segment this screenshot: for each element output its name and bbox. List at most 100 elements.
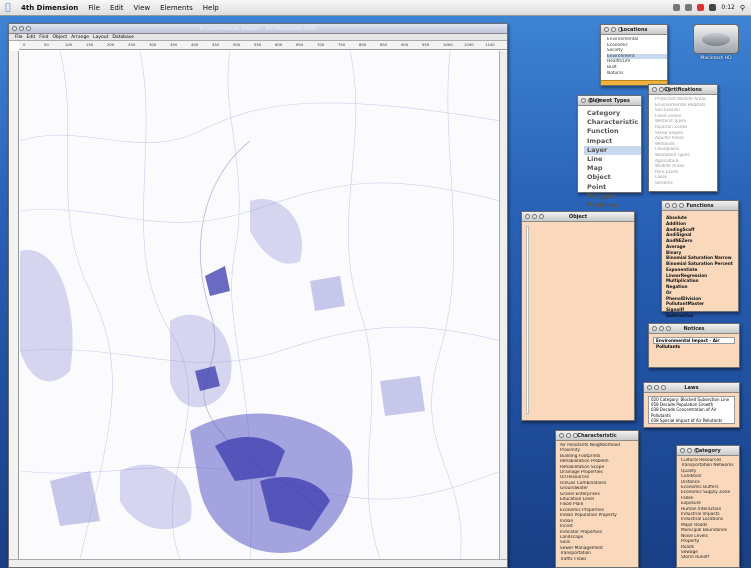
- laws-list[interactable]: 020 Category: Blocked Subsection Line 058…: [648, 396, 735, 425]
- map-window: Environmental Impact - Air Pollutants (S…: [8, 23, 508, 568]
- wifi-icon[interactable]: [685, 4, 693, 11]
- menu-edit[interactable]: Edit: [105, 4, 129, 12]
- characteristics-title: Characteristic: [577, 432, 617, 439]
- notices-window: Notices Environmental Impact - Air Pollu…: [648, 323, 740, 368]
- element-type-item[interactable]: Object: [587, 173, 641, 182]
- element-type-item[interactable]: Layer: [584, 145, 641, 156]
- functions-list[interactable]: Absolute Addition AndingScaff AndiSignal And…: [662, 211, 738, 319]
- notices-title: Notices: [683, 325, 705, 332]
- function-item[interactable]: Subtraction: [666, 313, 738, 319]
- locations-titlebar[interactable]: Locations: [601, 25, 667, 35]
- law-item[interactable]: 038 Decade Concentration of Air Pollutan…: [651, 407, 734, 417]
- characteristics-window: Characteristic Air Pollutants Neighborho…: [555, 430, 639, 568]
- spotlight-icon[interactable]: ⚲: [740, 4, 745, 12]
- certification-item[interactable]: Streams: [655, 181, 717, 187]
- element-types-window: Element Types Category Characteristic Func…: [577, 95, 642, 209]
- clock[interactable]: 0:12: [721, 4, 734, 11]
- vertical-ruler: [9, 51, 19, 559]
- ruler-tick-label: 100: [65, 42, 73, 47]
- pollution-map[interactable]: [20, 51, 499, 559]
- categories-titlebar[interactable]: Category: [677, 446, 739, 456]
- ruler-tick-label: 400: [191, 42, 199, 47]
- menu-elements[interactable]: Elements: [155, 4, 198, 12]
- characteristics-titlebar[interactable]: Characteristic: [556, 431, 638, 441]
- locations-list[interactable]: Environmental Economic Society Environment H…: [601, 35, 667, 76]
- categories-list[interactable]: Cultural Resources Transportation Network…: [677, 456, 739, 561]
- object-list-area[interactable]: [526, 226, 529, 414]
- functions-titlebar[interactable]: Functions: [662, 201, 738, 211]
- element-type-item[interactable]: Map: [587, 164, 641, 173]
- ruler-tick-label: 650: [296, 42, 304, 47]
- submenu-database[interactable]: Database: [112, 35, 133, 40]
- hard-disk-icon[interactable]: Macintosh HD: [693, 24, 739, 72]
- map-horizontal-scrollbar[interactable]: [9, 559, 507, 567]
- ruler-tick-label: 950: [422, 42, 430, 47]
- characteristic-item[interactable]: Traffic Flows: [560, 557, 638, 562]
- element-types-list[interactable]: Category Characteristic Function Impact Laye…: [578, 106, 641, 210]
- hard-disk-graphic: [693, 24, 739, 54]
- window-submenu: File Edit Find Object Arrange Layout Dat…: [9, 34, 507, 41]
- element-type-item[interactable]: Point: [587, 183, 641, 192]
- law-item[interactable]: 038 Special Impact of Air Pollutants: [651, 418, 734, 423]
- menu-file[interactable]: File: [83, 4, 105, 12]
- ruler-tick-label: 900: [401, 42, 409, 47]
- laws-titlebar[interactable]: Laws: [644, 383, 739, 393]
- submenu-edit[interactable]: Edit: [27, 35, 36, 40]
- notices-field[interactable]: Environmental Impact - Air Pollutants: [653, 337, 735, 349]
- locations-title: Locations: [620, 26, 648, 33]
- element-type-item[interactable]: Problem: [587, 201, 641, 210]
- ruler-tick-label: 600: [275, 42, 283, 47]
- ruler-tick-label: 700: [317, 42, 325, 47]
- menu-app-name[interactable]: 4th Dimension: [16, 4, 83, 12]
- laws-title: Laws: [684, 384, 699, 391]
- element-type-item[interactable]: Characteristic: [587, 118, 641, 127]
- element-type-item[interactable]: Line: [587, 155, 641, 164]
- map-canvas: [20, 51, 499, 559]
- category-item[interactable]: Storm Runoff: [681, 555, 739, 560]
- submenu-file[interactable]: File: [15, 35, 23, 40]
- volume-icon[interactable]: [709, 4, 717, 11]
- menu-bar:  4th Dimension File Edit View Elements …: [0, 0, 751, 16]
- ruler-tick-label: 300: [149, 42, 157, 47]
- ruler-tick-label: 1100: [485, 42, 495, 47]
- hard-disk-label: Macintosh HD: [700, 56, 732, 61]
- menu-help[interactable]: Help: [198, 4, 224, 12]
- ruler-tick-label: 250: [128, 42, 136, 47]
- ruler-tick-label: 550: [254, 42, 262, 47]
- horizontal-ruler: 0 50 100 150 200 250 300 350 400 450 500 550 600 650 7…: [19, 41, 507, 50]
- bluetooth-icon[interactable]: [673, 4, 681, 11]
- function-item[interactable]: Binomial Saturation Percent: [666, 261, 738, 267]
- functions-title: Functions: [686, 202, 714, 209]
- submenu-object[interactable]: Object: [52, 35, 67, 40]
- ruler-tick-label: 0: [23, 42, 26, 47]
- flag-icon[interactable]: [697, 4, 705, 11]
- element-type-item[interactable]: Category: [587, 109, 641, 118]
- element-type-item[interactable]: Polygon: [587, 192, 641, 201]
- submenu-find[interactable]: Find: [39, 35, 48, 40]
- functions-window: Functions Absolute Addition AndingScaff And…: [661, 200, 739, 318]
- menu-view[interactable]: View: [129, 4, 156, 12]
- ruler-tick-label: 500: [233, 42, 241, 47]
- map-window-titlebar[interactable]: Environmental Impact - Air Pollutants (S…: [9, 24, 507, 34]
- certifications-titlebar[interactable]: Certifications: [649, 85, 717, 95]
- ruler-tick-label: 350: [170, 42, 178, 47]
- ruler-tick-label: 450: [212, 42, 220, 47]
- element-types-title: Element Types: [589, 97, 630, 104]
- object-titlebar[interactable]: Object: [522, 212, 634, 222]
- map-vertical-scrollbar[interactable]: [499, 51, 507, 559]
- categories-title: Category: [695, 447, 721, 454]
- certifications-window: Certifications Protected Wildlife Areas E…: [648, 84, 718, 192]
- notices-titlebar[interactable]: Notices: [649, 324, 739, 334]
- submenu-arrange[interactable]: Arrange: [71, 35, 89, 40]
- location-item[interactable]: Natural: [607, 71, 667, 77]
- element-type-item[interactable]: Function: [587, 127, 641, 136]
- locations-window: Locations Environmental Economic Society En…: [600, 24, 668, 86]
- certifications-list[interactable]: Protected Wildlife Areas Environmental Ha…: [649, 95, 717, 187]
- element-type-item[interactable]: Impact: [587, 137, 641, 146]
- apple-menu-icon[interactable]: : [0, 3, 16, 13]
- map-window-title: Environmental Impact - Air Pollutants (S…: [199, 25, 317, 32]
- submenu-layout[interactable]: Layout: [93, 35, 108, 40]
- characteristics-list[interactable]: Air Pollutants Neighborhood Proximity Buil…: [556, 441, 638, 562]
- object-window: Object: [521, 211, 635, 421]
- element-types-titlebar[interactable]: Element Types: [578, 96, 641, 106]
